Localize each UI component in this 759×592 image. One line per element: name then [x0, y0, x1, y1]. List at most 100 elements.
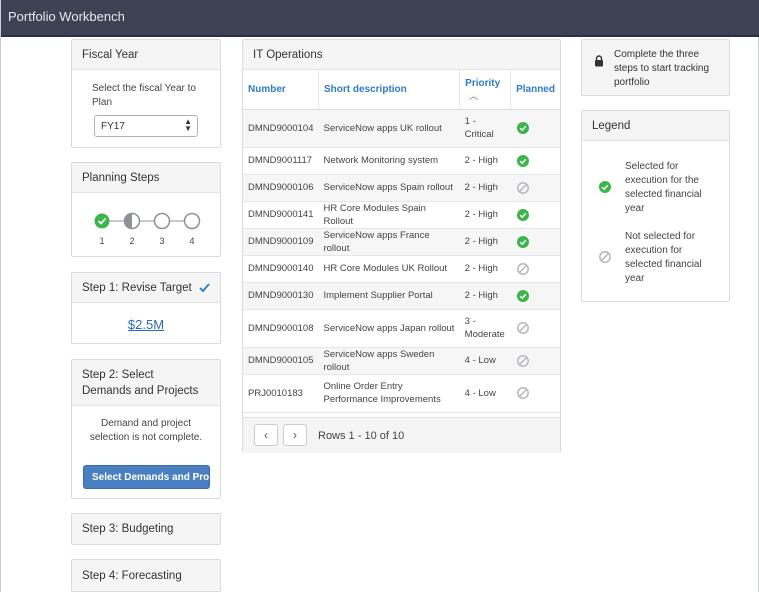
- row-description: ServiceNow apps Spain rollout: [318, 174, 460, 202]
- row-number[interactable]: DMND9000105: [243, 347, 319, 375]
- legend-selected-text: Selected for execution for the selected …: [625, 161, 702, 214]
- next-page-button[interactable]: ›: [283, 424, 307, 446]
- row-number[interactable]: DMND9000130: [243, 282, 319, 310]
- row-number[interactable]: DMND9000109: [243, 228, 319, 256]
- row-priority: 2 - High: [459, 228, 511, 256]
- it-operations-table: Number Short description Priority ︿ Plan…: [243, 70, 560, 413]
- step-1-complete-icon[interactable]: [94, 213, 110, 229]
- table-row[interactable]: DMND9000104 ServiceNow apps UK rollout 1 -…: [243, 109, 560, 148]
- table-row[interactable]: DMND9000141 HR Core Modules Spain Rollout…: [243, 201, 560, 229]
- row-description: Implement Supplier Portal: [318, 282, 460, 310]
- table-row[interactable]: DMND9000130 Implement Supplier Portal 2 - …: [243, 282, 560, 310]
- row-planned: [510, 255, 560, 283]
- table-row[interactable]: PRJ0010183 Online Order Entry Performance…: [243, 374, 560, 413]
- row-planned: [510, 347, 560, 375]
- table-row[interactable]: DMND9000109 ServiceNow apps France rollou…: [243, 228, 560, 256]
- row-priority: 2 - High: [459, 174, 511, 202]
- fiscal-year-title: Fiscal Year: [82, 48, 139, 61]
- step1-header[interactable]: Step 1: Revise Target: [72, 273, 220, 303]
- not-planned-icon: [599, 251, 611, 263]
- fiscal-year-header: Fiscal Year: [72, 40, 220, 70]
- step3-panel[interactable]: Step 3: Budgeting: [71, 513, 221, 545]
- legend-header: Legend: [582, 111, 729, 141]
- step2-message: Demand and project selection is not comp…: [89, 418, 203, 443]
- row-description: ServiceNow apps Japan rollout: [318, 309, 460, 348]
- column-priority[interactable]: Priority ︿: [459, 70, 512, 110]
- column-short-description[interactable]: Short description: [318, 70, 461, 110]
- step-3-pending-icon[interactable]: [153, 212, 171, 230]
- row-planned: [510, 282, 560, 310]
- row-number[interactable]: PRJ0010183: [243, 374, 319, 413]
- row-number[interactable]: DMND9000141: [243, 201, 319, 229]
- row-number[interactable]: DMND9000106: [243, 174, 319, 202]
- row-number[interactable]: DMND9001117: [243, 147, 319, 175]
- row-number[interactable]: DMND9000104: [243, 109, 319, 148]
- step4-panel[interactable]: Step 4: Forecasting: [71, 559, 221, 592]
- step3-header[interactable]: Step 3: Budgeting: [72, 514, 220, 544]
- column-number[interactable]: Number: [243, 70, 319, 110]
- not-planned-icon: [516, 354, 529, 367]
- table-row[interactable]: DMND9000105 ServiceNow apps Sweden rollou…: [243, 347, 560, 375]
- row-description: ServiceNow apps UK rollout: [318, 109, 460, 148]
- step1-panel: Step 1: Revise Target $2.5M: [71, 272, 221, 344]
- planning-steps-header: Planning Steps: [72, 163, 220, 193]
- notice-panel: Complete the three steps to start tracki…: [581, 39, 730, 96]
- checkmark-icon: [199, 282, 210, 292]
- step-4-label: 4: [189, 236, 194, 246]
- step4-title: Step 4: Forecasting: [82, 569, 182, 582]
- row-priority: 2 - High: [459, 255, 511, 283]
- table-row[interactable]: DMND9000108 ServiceNow apps Japan rollout…: [243, 309, 560, 348]
- table-pager: ‹ › Rows 1 - 10 of 10: [243, 417, 560, 453]
- step-1-label: 1: [99, 236, 104, 246]
- step-2-in-progress-icon[interactable]: [123, 212, 141, 230]
- select-demands-button[interactable]: Select Demands and Projects: [83, 465, 210, 489]
- row-description: Network Monitoring system: [318, 147, 460, 175]
- table-row[interactable]: DMND9001117 Network Monitoring system 2 - …: [243, 147, 560, 175]
- it-operations-rows: DMND9000104 ServiceNow apps UK rollout 1 -…: [243, 109, 560, 413]
- planned-check-icon: [516, 208, 529, 221]
- fiscal-year-select[interactable]: FY17: [94, 115, 198, 137]
- step2-title: Step 2: Select Demands and Projects: [82, 368, 199, 397]
- row-description: ServiceNow apps Sweden rollout: [318, 347, 460, 375]
- not-planned-icon: [516, 322, 529, 334]
- priority-header-label: Priority: [465, 78, 501, 90]
- step1-title: Step 1: Revise Target: [82, 281, 192, 294]
- row-planned: [510, 374, 560, 413]
- row-planned: [510, 228, 560, 256]
- step-3-label: 3: [159, 236, 164, 246]
- step2-header[interactable]: Step 2: Select Demands and Projects: [72, 360, 220, 406]
- column-planned[interactable]: Planned: [510, 70, 560, 110]
- row-priority: 3 - Moderate: [459, 309, 511, 348]
- row-number[interactable]: DMND9000140: [243, 255, 319, 283]
- step-2-label: 2: [129, 236, 134, 246]
- legend-title: Legend: [592, 119, 631, 132]
- table-row[interactable]: DMND9000106 ServiceNow apps Spain rollout…: [243, 174, 560, 202]
- row-priority: 2 - High: [459, 282, 511, 310]
- row-priority: 4 - Low: [459, 347, 511, 375]
- fiscal-year-panel: Fiscal Year Select the fiscal Year to Pl…: [71, 39, 221, 148]
- step-4-pending-icon[interactable]: [183, 212, 201, 230]
- row-priority: 2 - High: [459, 147, 511, 175]
- step-progress-tracker: 1 2 3 4: [94, 212, 201, 246]
- row-description: HR Core Modules UK Rollout: [318, 255, 460, 283]
- planned-check-icon: [516, 289, 529, 302]
- not-planned-icon: [516, 262, 529, 275]
- app-header: Portfolio Workbench: [1, 0, 759, 37]
- table-row[interactable]: DMND9000140 HR Core Modules UK Rollout 2 -…: [243, 255, 560, 283]
- row-priority: 2 - High: [459, 201, 511, 229]
- it-operations-header: IT Operations: [243, 40, 560, 70]
- step3-title: Step 3: Budgeting: [82, 523, 174, 535]
- lock-icon: [595, 55, 603, 67]
- row-planned: [510, 201, 560, 229]
- row-number[interactable]: DMND9000108: [243, 309, 319, 348]
- step4-header[interactable]: Step 4: Forecasting: [72, 560, 220, 591]
- target-amount-link[interactable]: $2.5M: [128, 317, 164, 332]
- planning-steps-title: Planning Steps: [82, 171, 160, 184]
- row-planned: [510, 109, 560, 148]
- row-priority: 1 - Critical: [459, 109, 511, 148]
- row-description: HR Core Modules Spain Rollout: [318, 201, 460, 229]
- sort-ascending-icon[interactable]: ︿: [469, 89, 478, 102]
- row-priority: 4 - Low: [459, 374, 511, 413]
- planned-check-icon: [516, 122, 529, 134]
- previous-page-button[interactable]: ‹: [254, 424, 278, 446]
